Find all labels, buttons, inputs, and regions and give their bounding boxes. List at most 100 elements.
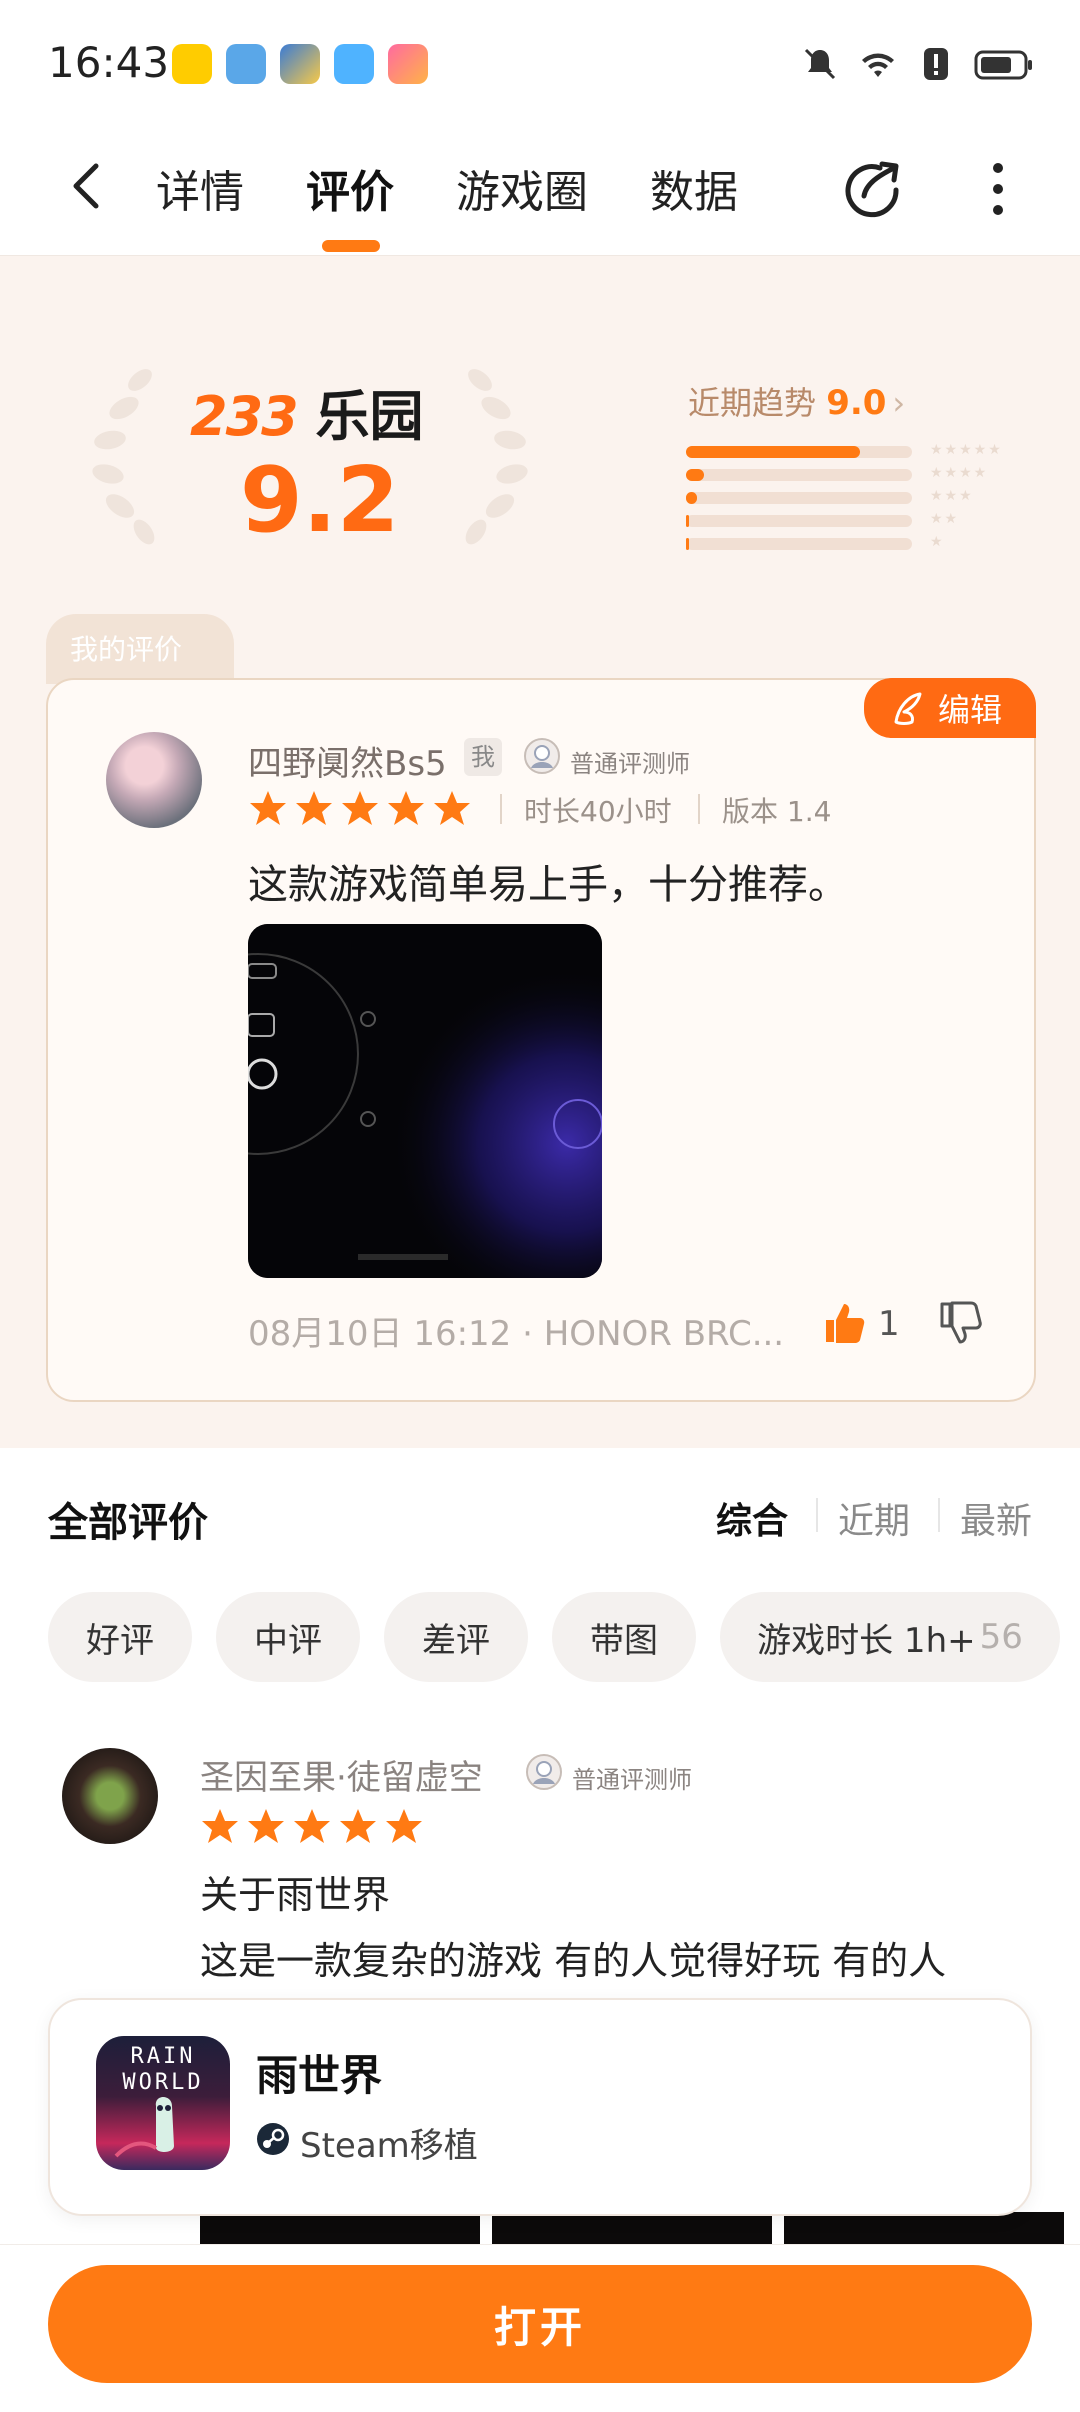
reviewer-rank-icon [524,738,560,774]
wifi-icon [862,53,894,77]
star-icon [340,1809,376,1843]
star-icon [342,791,378,825]
reviewer-rank: 普通评测师 [570,750,690,778]
star-icon [296,791,332,825]
filter-playtime-label: 游戏时长 1h+ [757,1620,976,1661]
bottom-action-bar: 打开 [0,2244,1080,2412]
game-screenshot-image [248,924,602,1278]
avatar[interactable] [106,732,202,828]
notification-app-icon [280,44,320,84]
review-thumbnail[interactable] [492,2212,772,2248]
alert-icon [924,48,948,80]
edit-review-button[interactable]: 编辑 [864,678,1036,738]
status-bar: 16:43 [0,0,1080,130]
filter-negative[interactable]: 差评 [384,1592,528,1682]
sort-comprehensive[interactable]: 综合 [716,1492,788,1544]
star-icon [434,791,470,825]
review-screenshot[interactable] [248,924,602,1278]
active-tab-indicator [322,240,380,252]
status-system-icons [800,44,1034,84]
star-icon [294,1809,330,1843]
review-text: 这款游戏简单易上手，十分推荐。 [248,862,848,908]
game-version: 版本 1.4 [722,795,832,828]
laurel-left-icon [92,369,155,545]
me-tag: 我 [464,738,502,776]
trend-value: 9.0 [826,383,887,423]
open-game-button[interactable]: 打开 [48,2265,1032,2383]
stars-1-icon: ★ [930,534,945,550]
tab-game-circle[interactable]: 游戏圈 [456,156,588,220]
overall-score: 9.2 [240,448,400,553]
star-icon [388,791,424,825]
tab-details[interactable]: 详情 [156,156,244,220]
chevron-right-icon: › [892,384,906,422]
tab-reviews[interactable]: 评价 [306,156,394,220]
more-menu-icon[interactable] [978,156,1018,222]
divider [500,794,502,824]
status-time: 16:43 [48,38,170,87]
star-icon [386,1809,422,1843]
divider [938,1498,940,1532]
top-nav-bar: 详情 评价 游戏圈 数据 [0,130,1080,256]
game-info-card[interactable]: RAIN WORLD 雨世界 Steam移植 [48,1998,1032,2216]
reviewer-rank: 普通评测师 [572,1766,692,1794]
stars-3-icon: ★★★ [930,488,974,504]
edit-icon [894,692,922,725]
notification-app-icon [388,44,428,84]
share-icon[interactable] [840,156,906,222]
notification-app-icon [172,44,212,84]
sort-newest[interactable]: 最新 [960,1492,1032,1544]
back-arrow-icon[interactable] [60,156,120,216]
steam-icon [257,2123,289,2155]
trend-label: 近期趋势 [688,384,817,422]
review-thumbnail[interactable] [200,2212,480,2248]
stars-5-icon: ★★★★★ [930,442,1003,458]
brand-logo: 233 乐园 [190,372,424,451]
brand-text: 乐园 [315,385,424,448]
notification-app-icon [226,44,266,84]
mute-icon [804,48,836,80]
battery-icon [974,50,1032,80]
star-icon [250,791,286,825]
recent-trend-link[interactable]: 近期趋势 9.0 › [688,378,905,424]
brand-number: 233 [190,385,299,448]
notification-app-icon [334,44,374,84]
divider [698,794,700,824]
review-body: 这是一款复杂的游戏 有的人觉得好玩 有的人 [200,1939,947,1983]
score-block: 233 乐园 9.2 [80,360,540,560]
game-subtitle: Steam移植 [300,2126,478,2166]
reviewer-name[interactable]: 四野阒然Bs5 [248,736,447,785]
my-rating-stars [248,788,472,828]
my-review-tab: 我的评价 [46,614,234,684]
edit-label: 编辑 [938,691,1003,729]
stars-4-icon: ★★★★ [930,465,989,481]
thumbs-down-icon[interactable] [938,1300,984,1346]
sort-recent[interactable]: 近期 [838,1492,910,1544]
laurel-right-icon [465,369,528,545]
filter-neutral[interactable]: 中评 [216,1592,360,1682]
like-count: 1 [878,1304,900,1344]
game-icon: RAIN WORLD [96,2036,230,2170]
status-notification-icons [172,44,428,84]
tab-data[interactable]: 数据 [650,156,738,220]
filter-with-images[interactable]: 带图 [552,1592,696,1682]
review-date-device: 08月10日 16:12 · HONOR BRC... [248,1314,785,1354]
my-review-card: 编辑 四野阒然Bs5 我 普通评测师 时长40小时 版本 1.4 这款游戏简单易… [46,678,1036,1402]
filter-playtime[interactable]: 游戏时长 1h+ 56 [720,1592,1060,1682]
slugcat-icon [114,2097,174,2158]
review-rating-stars [200,1806,424,1846]
star-icon [202,1809,238,1843]
reviewer-rank-icon [526,1754,562,1790]
game-title: 雨世界 [256,2051,383,2100]
all-reviews-title: 全部评价 [48,1500,208,1546]
star-icon [248,1809,284,1843]
review-thumbnail[interactable] [784,2212,1064,2248]
review-image-strip [200,2212,1064,2248]
review-title: 关于雨世界 [200,1873,391,1917]
divider [816,1498,818,1532]
avatar[interactable] [62,1748,158,1844]
playtime: 时长40小时 [524,795,672,828]
thumbs-up-icon[interactable] [822,1300,868,1346]
filter-positive[interactable]: 好评 [48,1592,192,1682]
reviewer-name[interactable]: 圣因至果·徒留虚空 [200,1750,483,1799]
